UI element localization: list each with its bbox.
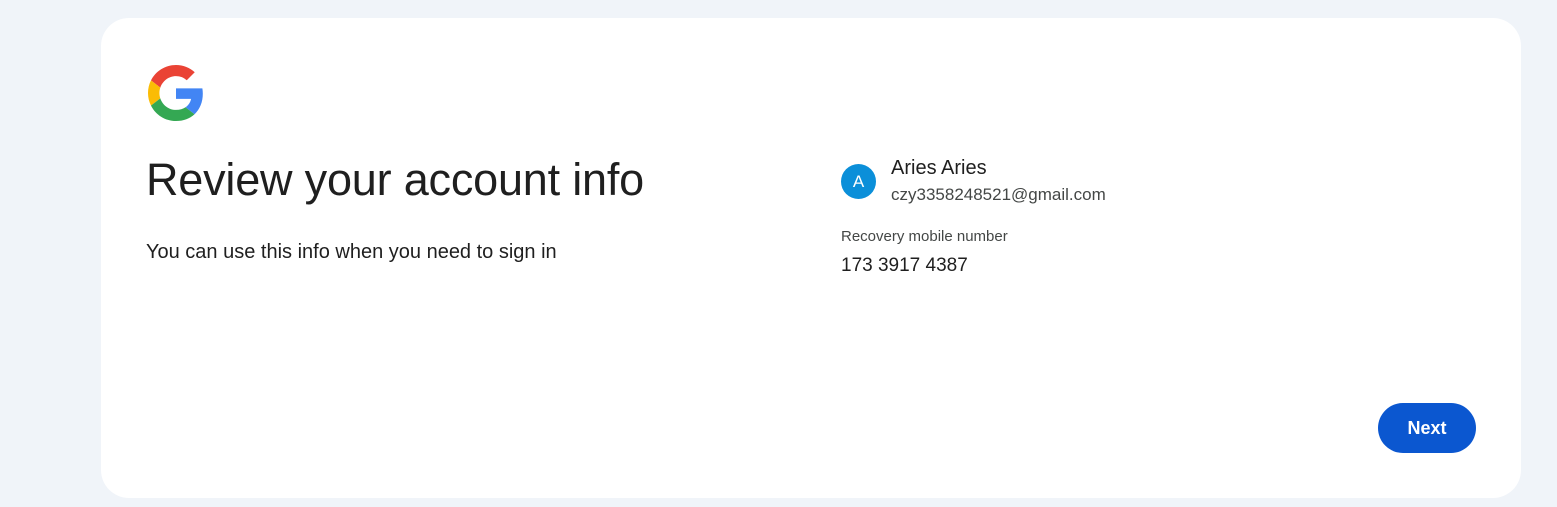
page-subtitle: You can use this info when you need to s… [146,241,557,263]
account-details: Aries Aries czy3358248521@gmail.com [891,156,1106,206]
google-logo-icon [148,65,204,121]
avatar: A [841,163,876,199]
recovery-phone-value: 173 3917 4387 [841,255,968,276]
next-button[interactable]: Next [1378,403,1476,453]
review-card: Review your account info You can use thi… [101,18,1521,498]
recovery-phone-label: Recovery mobile number [841,228,1008,245]
account-chip: A Aries Aries czy3358248521@gmail.com [841,156,1106,206]
account-email: czy3358248521@gmail.com [891,185,1106,204]
page-title: Review your account info [146,154,644,205]
account-name: Aries Aries [891,157,987,179]
